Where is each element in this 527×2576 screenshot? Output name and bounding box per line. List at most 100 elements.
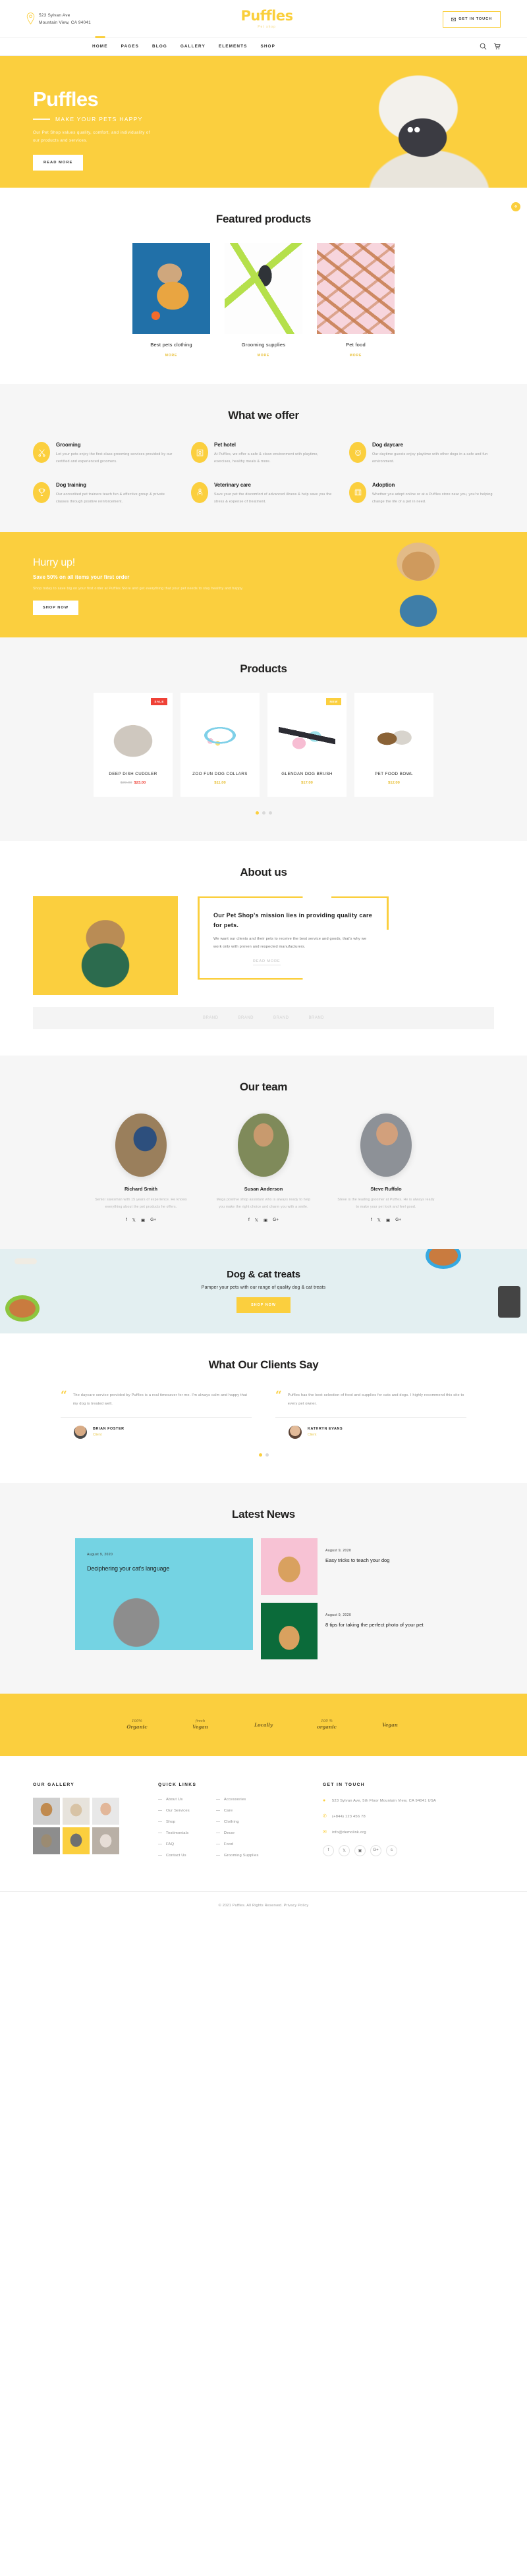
skype-icon[interactable]: s bbox=[386, 1844, 397, 1856]
gallery-thumbnail[interactable] bbox=[63, 1827, 90, 1854]
footer-link[interactable]: FAQ bbox=[158, 1842, 190, 1846]
offer-item-dog-daycare[interactable]: Dog daycare Our daytime guests enjoy play… bbox=[349, 442, 494, 466]
carousel-dot[interactable] bbox=[262, 811, 265, 815]
twitter-icon[interactable]: 𝕏 bbox=[255, 1218, 258, 1223]
offer-desc: Let your pets enjoy the first-class groo… bbox=[56, 452, 173, 464]
brand-logo[interactable]: Puffles Pet shop bbox=[241, 9, 294, 30]
nav-item-gallery[interactable]: GALLERY bbox=[180, 44, 206, 49]
search-icon[interactable] bbox=[480, 43, 487, 50]
featured-image-clothing bbox=[132, 243, 210, 334]
offer-item-dog-training[interactable]: Dog training Our accredited pet trainers … bbox=[33, 481, 178, 506]
carousel-dot[interactable] bbox=[268, 811, 272, 815]
product-card[interactable]: SALE DEEP DISH CUDDLER $30.00 $23.00 bbox=[94, 693, 173, 797]
footer-link[interactable]: Care bbox=[215, 1809, 259, 1813]
get-in-touch-button[interactable]: GET IN TOUCH bbox=[443, 11, 501, 28]
partner-logo: BRAND bbox=[202, 1016, 219, 1021]
news-card[interactable]: August 9, 2020 8 tips for taking the per… bbox=[261, 1602, 452, 1659]
instagram-icon[interactable]: ▣ bbox=[264, 1218, 267, 1223]
footer-link[interactable]: Our Services bbox=[158, 1809, 190, 1813]
team-member-card[interactable]: Susan Anderson Mega positive shop assist… bbox=[214, 1114, 313, 1223]
featured-more-link[interactable]: MORE bbox=[317, 354, 395, 358]
footer-link[interactable]: Food bbox=[215, 1842, 259, 1846]
gallery-thumbnail[interactable] bbox=[33, 1797, 60, 1825]
promo-shop-now-button[interactable]: SHOP NOW bbox=[33, 601, 78, 616]
products-title: Products bbox=[240, 662, 287, 676]
gallery-thumbnail[interactable] bbox=[92, 1827, 119, 1854]
nav-item-elements[interactable]: ELEMENTS bbox=[219, 44, 248, 49]
offer-item-veterinary-care[interactable]: Veterinary care Save your pet the discomf… bbox=[191, 481, 336, 506]
facebook-icon[interactable]: f bbox=[371, 1218, 372, 1223]
featured-image-food bbox=[317, 243, 395, 334]
footer-phone-row[interactable]: ✆ (+844) 123 456 78 bbox=[323, 1813, 481, 1821]
footer-link[interactable]: Contact Us bbox=[158, 1854, 190, 1858]
footer-link[interactable]: About Us bbox=[158, 1798, 190, 1802]
product-card[interactable]: ZOO FUN DOG COLLARS $11.00 bbox=[180, 693, 260, 797]
avatar bbox=[360, 1114, 412, 1177]
gallery-thumbnail[interactable] bbox=[33, 1827, 60, 1854]
facebook-icon[interactable]: f bbox=[323, 1844, 334, 1856]
facebook-icon[interactable]: f bbox=[126, 1218, 127, 1223]
envelope-icon bbox=[451, 17, 457, 21]
footer-link[interactable]: Testimonials bbox=[158, 1831, 190, 1835]
copyright-text: © 2021 Puffles. All Rights Reserved. bbox=[218, 1903, 283, 1908]
offer-item-grooming[interactable]: Grooming Let your pets enjoy the first-cl… bbox=[33, 442, 178, 466]
offer-item-pet-hotel[interactable]: Pet hotel At Puffles, we offer a safe & c… bbox=[191, 442, 336, 466]
team-title: Our team bbox=[239, 1081, 288, 1094]
promo-dog-image bbox=[349, 532, 487, 638]
footer-link[interactable]: Shop bbox=[158, 1820, 190, 1824]
brand-badges-strip: 100% Organic fresh Vegan Locally 100 % orga… bbox=[0, 1693, 527, 1756]
footer-link[interactable]: Clothing bbox=[215, 1820, 259, 1824]
carousel-dot[interactable] bbox=[255, 811, 259, 815]
about-read-more-link[interactable]: READ MORE bbox=[253, 959, 281, 965]
product-card[interactable]: PET FOOD BOWL $12.00 bbox=[354, 693, 433, 797]
product-card[interactable]: NEW GLENDAN DOG BRUSH $17.00 bbox=[267, 693, 347, 797]
nav-item-home[interactable]: HOME bbox=[92, 44, 108, 49]
featured-more-link[interactable]: MORE bbox=[225, 354, 302, 358]
dash-icon bbox=[158, 1810, 162, 1811]
featured-card[interactable]: Grooming supplies MORE bbox=[225, 243, 302, 358]
google-plus-icon[interactable]: G+ bbox=[395, 1218, 401, 1223]
hero-read-more-button[interactable]: READ MORE bbox=[33, 154, 84, 171]
facebook-icon[interactable]: f bbox=[248, 1218, 250, 1223]
news-card[interactable]: August 9, 2020 Easy tricks to teach your… bbox=[261, 1538, 452, 1595]
featured-card[interactable]: Best pets clothing MORE bbox=[132, 243, 210, 358]
twitter-icon[interactable]: 𝕏 bbox=[377, 1218, 381, 1223]
featured-more-link[interactable]: MORE bbox=[132, 354, 210, 358]
twitter-icon[interactable]: 𝕏 bbox=[339, 1844, 350, 1856]
footer-link[interactable]: Accessories bbox=[215, 1798, 259, 1802]
offer-title: Adoption bbox=[372, 481, 395, 488]
instagram-icon[interactable]: ▣ bbox=[141, 1218, 145, 1223]
footer-link[interactable]: Grooming Supplies bbox=[215, 1854, 259, 1858]
cart-icon[interactable] bbox=[493, 43, 501, 50]
nav-item-blog[interactable]: BLOG bbox=[152, 44, 167, 49]
scroll-to-top-button[interactable] bbox=[511, 202, 520, 211]
product-image bbox=[105, 706, 161, 763]
footer-email-row[interactable]: ✉ info@demolink.org bbox=[323, 1829, 481, 1837]
google-plus-icon[interactable]: G+ bbox=[370, 1844, 381, 1856]
footer-link[interactable]: Decor bbox=[215, 1831, 259, 1835]
gallery-thumbnail[interactable] bbox=[92, 1797, 119, 1825]
gallery-thumbnail[interactable] bbox=[63, 1797, 90, 1825]
avatar bbox=[289, 1425, 302, 1439]
twitter-icon[interactable]: 𝕏 bbox=[132, 1218, 136, 1223]
instagram-icon[interactable]: ▣ bbox=[354, 1844, 366, 1856]
carousel-dot[interactable] bbox=[258, 1453, 262, 1457]
google-plus-icon[interactable]: G+ bbox=[150, 1218, 156, 1223]
privacy-policy-link[interactable]: Privacy Policy bbox=[284, 1904, 309, 1908]
hero-banner: Puffles MAKE YOUR PETS HAPPY Our Pet Sho… bbox=[0, 56, 527, 188]
team-member-card[interactable]: Steve Ruffalo Steve is the leading groom… bbox=[337, 1114, 435, 1223]
footer-socials: f 𝕏 ▣ G+ s bbox=[323, 1844, 481, 1856]
nav-item-pages[interactable]: PAGES bbox=[121, 44, 139, 49]
carousel-dot[interactable] bbox=[265, 1453, 269, 1457]
team-member-card[interactable]: Richard Smith Senior salesman with 15 ye… bbox=[92, 1114, 190, 1223]
treats-shop-now-button[interactable]: SHOP NOW bbox=[236, 1297, 291, 1314]
nav-item-shop[interactable]: SHOP bbox=[260, 44, 275, 49]
get-in-touch-label: GET IN TOUCH bbox=[458, 17, 492, 21]
google-plus-icon[interactable]: G+ bbox=[273, 1218, 279, 1223]
featured-card[interactable]: Pet food MORE bbox=[317, 243, 395, 358]
news-featured-card[interactable]: August 9, 2020 Deciphering your cat's la… bbox=[75, 1538, 253, 1651]
instagram-icon[interactable]: ▣ bbox=[386, 1218, 390, 1223]
offer-item-adoption[interactable]: Adoption Whether you adopt online or at a… bbox=[349, 481, 494, 506]
testimonial-card: “ Puffles has the best selection of food… bbox=[275, 1390, 466, 1439]
latest-news-section: Latest News August 9, 2020 Deciphering y… bbox=[0, 1482, 527, 1694]
